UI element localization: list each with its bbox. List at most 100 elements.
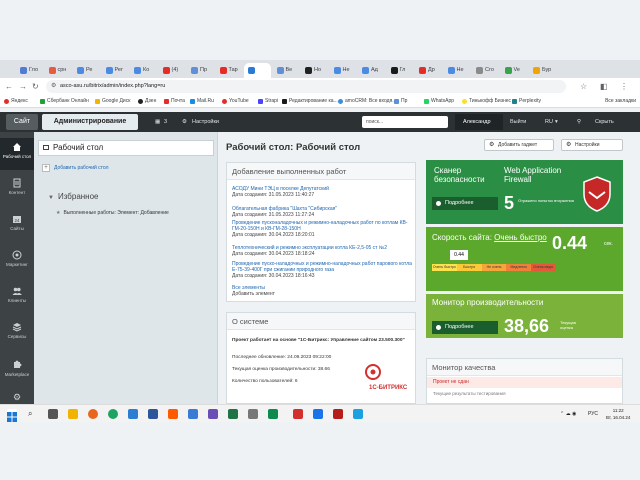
firefox-icon[interactable]: [88, 409, 98, 419]
browser-tab[interactable]: Ад: [358, 63, 385, 78]
logout-link[interactable]: Выйти: [510, 112, 526, 132]
user-menu[interactable]: Александр: [455, 114, 503, 130]
chrome-icon[interactable]: [108, 409, 118, 419]
bookmark-star-icon[interactable]: ☆: [580, 80, 587, 93]
browser-tab[interactable]: [244, 63, 271, 78]
reload-icon[interactable]: ↻: [32, 80, 39, 93]
bookmark-item[interactable]: amoCRM: Все входя...: [338, 95, 396, 108]
bookmark-item[interactable]: Тинькофф Бизнес: [462, 95, 511, 108]
back-icon[interactable]: ←: [5, 80, 13, 93]
browser-tab[interactable]: Рег: [102, 63, 129, 78]
app-icon[interactable]: [128, 409, 138, 419]
app-icon[interactable]: [333, 409, 343, 419]
add-item-link[interactable]: Добавить элемент: [232, 291, 412, 297]
nav-marketing[interactable]: Маркетинг: [0, 250, 34, 276]
bookmark-item[interactable]: YouTube: [222, 95, 249, 108]
keyboard-language[interactable]: РУС: [588, 405, 598, 423]
performance-details-button[interactable]: Подробнее: [432, 321, 498, 334]
chevron-down-icon[interactable]: ▾: [555, 112, 558, 132]
bookmark-item[interactable]: Пр: [394, 95, 407, 108]
nav-desktop[interactable]: Рабочий стол: [0, 138, 34, 170]
bookmark-item[interactable]: Яндекс: [4, 95, 28, 108]
address-bar[interactable]: ⚙ asco-asu.ru/bitrix/admin/index.php?lan…: [46, 80, 566, 93]
desktop-settings-button[interactable]: ⚙ Настройки: [561, 139, 623, 151]
bookmark-item[interactable]: WhatsApp: [424, 95, 454, 108]
settings-link[interactable]: Настройки: [192, 112, 219, 132]
nav-sites[interactable]: 24 Сайты: [0, 214, 34, 240]
nav-settings[interactable]: ⚙: [0, 392, 34, 404]
recent-item[interactable]: Облагательная фабрика "Шахта "Сибирская"…: [232, 206, 412, 218]
bookmark-item[interactable]: Mail.Ru: [190, 95, 214, 108]
all-bookmarks-link[interactable]: Все закладки: [605, 95, 636, 108]
administration-button[interactable]: Администрирование: [42, 114, 138, 130]
task-view-icon[interactable]: [48, 409, 58, 419]
file-explorer-icon[interactable]: [68, 409, 78, 419]
browser-menu-icon[interactable]: ⋮: [620, 80, 628, 93]
sidebar-desktop-item[interactable]: Рабочий стол: [38, 140, 214, 156]
add-desktop-button[interactable]: + Добавить рабочий стол: [42, 164, 109, 172]
browser-tab[interactable]: Бур: [529, 63, 556, 78]
app-icon[interactable]: [168, 409, 178, 419]
bookmark-item[interactable]: Strapi: [258, 95, 278, 108]
browser-tab[interactable]: Но: [301, 63, 328, 78]
nav-clients[interactable]: Клиенты: [0, 286, 34, 312]
settings-gear-icon[interactable]: ⚙: [182, 112, 187, 132]
app-icon[interactable]: [248, 409, 258, 419]
add-gadget-button[interactable]: ⚙ Добавить гаджет: [484, 139, 554, 151]
app-icon[interactable]: [188, 409, 198, 419]
app-icon[interactable]: [268, 409, 278, 419]
hide-panel-link[interactable]: Скрыть: [595, 112, 614, 132]
browser-tab[interactable]: Ре: [73, 63, 100, 78]
browser-tab[interactable]: Ве: [273, 63, 300, 78]
browser-tab[interactable]: (4): [159, 63, 186, 78]
browser-tab[interactable]: срн: [45, 63, 72, 78]
language-selector[interactable]: RU: [545, 112, 553, 132]
speed-status-link[interactable]: Очень быстро: [494, 233, 547, 242]
browser-tab[interactable]: Гло: [16, 63, 43, 78]
excel-icon[interactable]: [228, 409, 238, 419]
site-button[interactable]: Сайт: [6, 114, 38, 130]
recent-item-title[interactable]: Проведение пусконаладочных и режимно-нал…: [232, 220, 412, 232]
app-icon[interactable]: [313, 409, 323, 419]
admin-search-input[interactable]: поиск...: [362, 116, 448, 128]
app-icon[interactable]: [293, 409, 303, 419]
browser-tab[interactable]: Пр: [187, 63, 214, 78]
bookmark-item[interactable]: Дзен: [138, 95, 156, 108]
recent-item[interactable]: Проведение пуско-наладочных и режимно-на…: [232, 261, 412, 279]
recent-item[interactable]: АСОДУ Мини ТЭЦ в поселке Депутатский Дата…: [232, 186, 412, 198]
recent-item[interactable]: Теплотехнический и режимно эксплуатации …: [232, 245, 412, 257]
browser-tab[interactable]: Гл: [387, 63, 414, 78]
word-icon[interactable]: [148, 409, 158, 419]
recent-item-title[interactable]: Проведение пуско-наладочных и режимно-на…: [232, 261, 412, 273]
bookmark-item[interactable]: Perplexity: [512, 95, 541, 108]
browser-tab[interactable]: Не: [444, 63, 471, 78]
browser-tab[interactable]: Не: [330, 63, 357, 78]
bookmark-item[interactable]: Сбербанк Онлайн: [40, 95, 89, 108]
app-icon[interactable]: [208, 409, 218, 419]
extensions-icon[interactable]: ◧: [600, 80, 608, 93]
nav-content[interactable]: Контент: [0, 178, 34, 204]
site-info-icon[interactable]: ⚙: [51, 80, 56, 93]
browser-tab[interactable]: Ко: [130, 63, 157, 78]
forward-icon[interactable]: →: [19, 80, 27, 93]
browser-tab[interactable]: Др: [415, 63, 442, 78]
browser-tab[interactable]: Сго: [472, 63, 499, 78]
nav-services[interactable]: Сервисы: [0, 322, 34, 348]
search-icon[interactable]: ⌕: [28, 409, 38, 419]
app-icon[interactable]: [353, 409, 363, 419]
windows-start-icon[interactable]: [7, 409, 17, 422]
bookmark-item[interactable]: Google Диск: [95, 95, 130, 108]
browser-tab[interactable]: Тар: [216, 63, 243, 78]
bookmark-item[interactable]: Почта: [164, 95, 185, 108]
clock[interactable]: 11:22 Вт, 16.04.24: [606, 407, 630, 421]
bookmark-item[interactable]: Редактирование ка...: [282, 95, 338, 108]
nav-marketplace[interactable]: Marketplace: [0, 360, 34, 384]
pin-icon[interactable]: ⚲: [577, 112, 581, 132]
notifications-icon[interactable]: ▦: [155, 112, 160, 132]
notifications-count[interactable]: 3: [164, 112, 167, 132]
favorite-item[interactable]: ★ Выполненные работы: Элемент: Добавление: [56, 210, 169, 216]
recent-item[interactable]: Проведение пусконаладочных и режимно-нал…: [232, 220, 412, 238]
system-tray-icon[interactable]: ⌃ ☁ ◉: [560, 405, 576, 423]
favorites-heading[interactable]: ▼ Избранное: [48, 192, 99, 201]
security-details-button[interactable]: Подробнее: [432, 197, 498, 210]
